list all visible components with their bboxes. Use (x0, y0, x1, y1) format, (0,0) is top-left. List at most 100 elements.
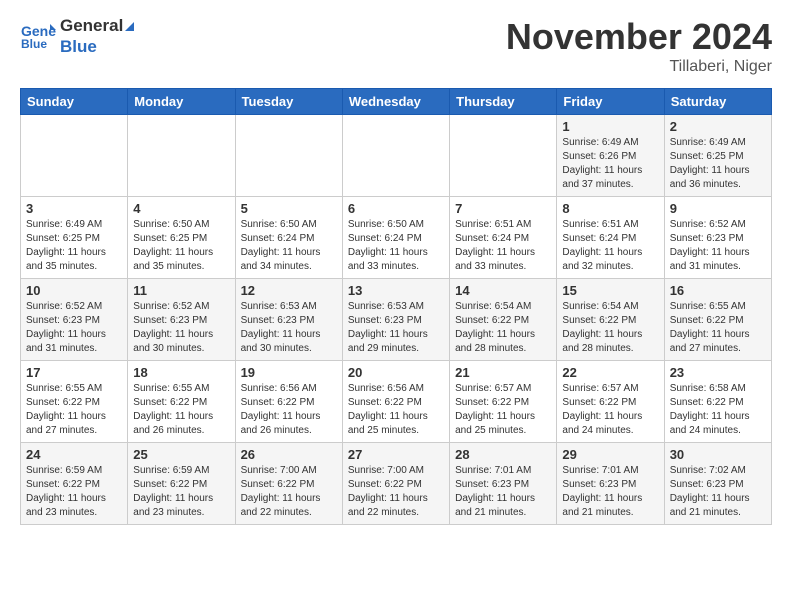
calendar-cell (128, 115, 235, 197)
day-detail: Sunrise: 6:55 AM Sunset: 6:22 PM Dayligh… (26, 382, 122, 438)
week-row-5: 24 Sunrise: 6:59 AM Sunset: 6:22 PM Dayli… (21, 443, 772, 525)
calendar-cell: 18 Sunrise: 6:55 AM Sunset: 6:22 PM Dayli… (128, 361, 235, 443)
logo-blue: Blue (60, 37, 134, 57)
day-detail: Sunrise: 6:59 AM Sunset: 6:22 PM Dayligh… (133, 464, 229, 520)
weekday-header-wednesday: Wednesday (342, 89, 449, 115)
day-number: 21 (455, 365, 551, 380)
day-detail: Sunrise: 6:52 AM Sunset: 6:23 PM Dayligh… (133, 300, 229, 356)
day-number: 20 (348, 365, 444, 380)
weekday-header-sunday: Sunday (21, 89, 128, 115)
logo-general: General (60, 16, 134, 36)
day-detail: Sunrise: 6:52 AM Sunset: 6:23 PM Dayligh… (26, 300, 122, 356)
calendar-cell: 1 Sunrise: 6:49 AM Sunset: 6:26 PM Daylig… (557, 115, 664, 197)
calendar-cell: 9 Sunrise: 6:52 AM Sunset: 6:23 PM Daylig… (664, 197, 771, 279)
day-number: 10 (26, 283, 122, 298)
calendar-cell: 21 Sunrise: 6:57 AM Sunset: 6:22 PM Dayli… (450, 361, 557, 443)
day-number: 17 (26, 365, 122, 380)
day-number: 18 (133, 365, 229, 380)
calendar-cell: 30Sunrise: 7:02 AM Sunset: 6:23 PM Dayli… (664, 443, 771, 525)
calendar-cell: 8 Sunrise: 6:51 AM Sunset: 6:24 PM Daylig… (557, 197, 664, 279)
day-number: 24 (26, 447, 122, 462)
day-number: 1 (562, 119, 658, 134)
day-number: 11 (133, 283, 229, 298)
weekday-header-saturday: Saturday (664, 89, 771, 115)
week-row-2: 3 Sunrise: 6:49 AM Sunset: 6:25 PM Daylig… (21, 197, 772, 279)
calendar-cell: 14Sunrise: 6:54 AM Sunset: 6:22 PM Dayli… (450, 279, 557, 361)
title-section: November 2024 Tillaberi, Niger (506, 16, 772, 76)
day-detail: Sunrise: 7:01 AM Sunset: 6:23 PM Dayligh… (455, 464, 551, 520)
day-number: 2 (670, 119, 766, 134)
month-title: November 2024 (506, 16, 772, 58)
day-number: 7 (455, 201, 551, 216)
day-number: 14 (455, 283, 551, 298)
day-number: 4 (133, 201, 229, 216)
location: Tillaberi, Niger (506, 58, 772, 76)
calendar-cell: 29Sunrise: 7:01 AM Sunset: 6:23 PM Dayli… (557, 443, 664, 525)
calendar-cell: 17 Sunrise: 6:55 AM Sunset: 6:22 PM Dayli… (21, 361, 128, 443)
day-detail: Sunrise: 6:56 AM Sunset: 6:22 PM Dayligh… (348, 382, 444, 438)
weekday-header-thursday: Thursday (450, 89, 557, 115)
day-detail: Sunrise: 6:53 AM Sunset: 6:23 PM Dayligh… (348, 300, 444, 356)
day-detail: Sunrise: 6:53 AM Sunset: 6:23 PM Dayligh… (241, 300, 337, 356)
week-row-3: 10 Sunrise: 6:52 AM Sunset: 6:23 PM Dayli… (21, 279, 772, 361)
day-detail: Sunrise: 6:52 AM Sunset: 6:23 PM Dayligh… (670, 218, 766, 274)
calendar-cell (342, 115, 449, 197)
week-row-1: 1 Sunrise: 6:49 AM Sunset: 6:26 PM Daylig… (21, 115, 772, 197)
day-detail: Sunrise: 6:54 AM Sunset: 6:22 PM Dayligh… (562, 300, 658, 356)
calendar-cell: 27Sunrise: 7:00 AM Sunset: 6:22 PM Dayli… (342, 443, 449, 525)
day-number: 16 (670, 283, 766, 298)
calendar-cell: 7 Sunrise: 6:51 AM Sunset: 6:24 PM Daylig… (450, 197, 557, 279)
calendar-cell: 24Sunrise: 6:59 AM Sunset: 6:22 PM Dayli… (21, 443, 128, 525)
day-detail: Sunrise: 6:51 AM Sunset: 6:24 PM Dayligh… (455, 218, 551, 274)
calendar-cell (21, 115, 128, 197)
day-detail: Sunrise: 6:50 AM Sunset: 6:25 PM Dayligh… (133, 218, 229, 274)
day-number: 5 (241, 201, 337, 216)
calendar-cell: 3 Sunrise: 6:49 AM Sunset: 6:25 PM Daylig… (21, 197, 128, 279)
day-detail: Sunrise: 7:00 AM Sunset: 6:22 PM Dayligh… (241, 464, 337, 520)
day-number: 23 (670, 365, 766, 380)
weekday-header-tuesday: Tuesday (235, 89, 342, 115)
calendar-cell: 28 Sunrise: 7:01 AM Sunset: 6:23 PM Dayli… (450, 443, 557, 525)
week-row-4: 17 Sunrise: 6:55 AM Sunset: 6:22 PM Dayli… (21, 361, 772, 443)
weekday-header-row: SundayMondayTuesdayWednesdayThursdayFrid… (21, 89, 772, 115)
calendar-cell: 22 Sunrise: 6:57 AM Sunset: 6:22 PM Dayli… (557, 361, 664, 443)
calendar-cell: 2 Sunrise: 6:49 AM Sunset: 6:25 PM Daylig… (664, 115, 771, 197)
day-number: 22 (562, 365, 658, 380)
day-number: 6 (348, 201, 444, 216)
weekday-header-friday: Friday (557, 89, 664, 115)
calendar-cell: 19Sunrise: 6:56 AM Sunset: 6:22 PM Dayli… (235, 361, 342, 443)
header: General Blue General Blue November 2024 … (20, 16, 772, 76)
day-detail: Sunrise: 6:55 AM Sunset: 6:22 PM Dayligh… (133, 382, 229, 438)
day-number: 28 (455, 447, 551, 462)
calendar-cell: 13 Sunrise: 6:53 AM Sunset: 6:23 PM Dayli… (342, 279, 449, 361)
day-number: 8 (562, 201, 658, 216)
day-detail: Sunrise: 6:57 AM Sunset: 6:22 PM Dayligh… (455, 382, 551, 438)
day-detail: Sunrise: 6:49 AM Sunset: 6:25 PM Dayligh… (670, 136, 766, 192)
calendar-cell: 5 Sunrise: 6:50 AM Sunset: 6:24 PM Daylig… (235, 197, 342, 279)
day-detail: Sunrise: 7:00 AM Sunset: 6:22 PM Dayligh… (348, 464, 444, 520)
day-detail: Sunrise: 6:50 AM Sunset: 6:24 PM Dayligh… (348, 218, 444, 274)
calendar-cell: 23 Sunrise: 6:58 AM Sunset: 6:22 PM Dayli… (664, 361, 771, 443)
day-detail: Sunrise: 7:02 AM Sunset: 6:23 PM Dayligh… (670, 464, 766, 520)
calendar-cell: 16 Sunrise: 6:55 AM Sunset: 6:22 PM Dayli… (664, 279, 771, 361)
day-number: 13 (348, 283, 444, 298)
calendar-cell: 15Sunrise: 6:54 AM Sunset: 6:22 PM Dayli… (557, 279, 664, 361)
day-detail: Sunrise: 6:49 AM Sunset: 6:25 PM Dayligh… (26, 218, 122, 274)
day-detail: Sunrise: 6:57 AM Sunset: 6:22 PM Dayligh… (562, 382, 658, 438)
day-detail: Sunrise: 6:58 AM Sunset: 6:22 PM Dayligh… (670, 382, 766, 438)
day-detail: Sunrise: 6:51 AM Sunset: 6:24 PM Dayligh… (562, 218, 658, 274)
page: General Blue General Blue November 2024 … (0, 0, 792, 541)
day-detail: Sunrise: 6:55 AM Sunset: 6:22 PM Dayligh… (670, 300, 766, 356)
day-number: 26 (241, 447, 337, 462)
calendar-cell: 10 Sunrise: 6:52 AM Sunset: 6:23 PM Dayli… (21, 279, 128, 361)
day-number: 12 (241, 283, 337, 298)
day-number: 9 (670, 201, 766, 216)
day-number: 3 (26, 201, 122, 216)
day-number: 19 (241, 365, 337, 380)
day-detail: Sunrise: 6:50 AM Sunset: 6:24 PM Dayligh… (241, 218, 337, 274)
weekday-header-monday: Monday (128, 89, 235, 115)
day-detail: Sunrise: 7:01 AM Sunset: 6:23 PM Dayligh… (562, 464, 658, 520)
calendar-cell: 4 Sunrise: 6:50 AM Sunset: 6:25 PM Daylig… (128, 197, 235, 279)
calendar-cell: 6 Sunrise: 6:50 AM Sunset: 6:24 PM Daylig… (342, 197, 449, 279)
day-detail: Sunrise: 6:49 AM Sunset: 6:26 PM Dayligh… (562, 136, 658, 192)
